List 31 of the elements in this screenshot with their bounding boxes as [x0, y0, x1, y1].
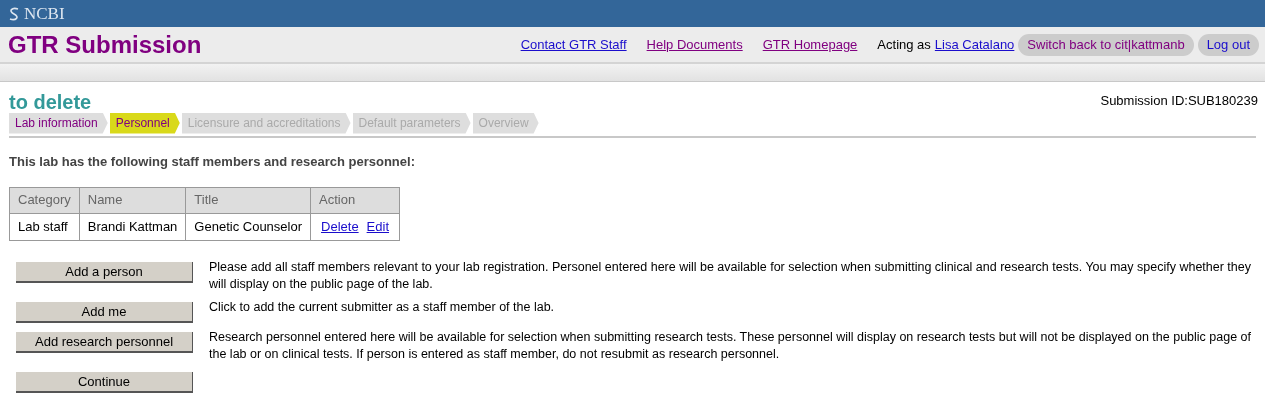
- user-link[interactable]: Lisa Catalano: [934, 34, 1015, 55]
- column-header: Action: [310, 187, 400, 213]
- action-description: Click to add the current submitter as a staff member of the lab.: [209, 298, 556, 316]
- step-tab[interactable]: Personnel: [109, 112, 180, 134]
- header-link[interactable]: Help Documents: [646, 34, 743, 55]
- header-button[interactable]: Log out: [1197, 33, 1259, 56]
- action-link[interactable]: Delete: [321, 216, 359, 237]
- action-button[interactable]: Add a person: [16, 261, 193, 283]
- action-button[interactable]: Continue: [16, 371, 193, 393]
- intro-text: This lab has the following staff members and research personnel:: [9, 153, 416, 171]
- step-tab[interactable]: Lab information: [9, 112, 108, 134]
- acting-as-label: Acting as: [877, 35, 931, 54]
- table-cell: Genetic Counselor: [185, 213, 311, 240]
- submission-id: Submission ID:SUB180239: [1100, 92, 1258, 110]
- action-button[interactable]: Add me: [16, 301, 193, 323]
- action-button[interactable]: Add research personnel: [16, 331, 193, 353]
- table-cell: Brandi Kattman: [79, 213, 186, 240]
- column-header: Title: [185, 187, 311, 213]
- helix-icon: [8, 6, 20, 21]
- submission-title: to delete: [9, 90, 92, 114]
- action-description: Please add all staff members relevant to your lab registration. Personel entered here will be available for selection when submitting clinical and research tests. You may specify whether they will display on the public page of the lab.: [209, 258, 1252, 293]
- brand-name: NCBI: [24, 2, 65, 25]
- header-link[interactable]: GTR Homepage: [762, 34, 858, 55]
- header-link[interactable]: Contact GTR Staff: [520, 34, 627, 55]
- header-button[interactable]: Switch back to cit|kattmanb: [1018, 33, 1194, 56]
- column-header: Name: [79, 187, 186, 213]
- table-cell: Lab staff: [9, 213, 80, 240]
- column-header: Category: [9, 187, 80, 213]
- action-link[interactable]: Edit: [366, 216, 389, 237]
- action-description: Research personnel entered here will be available for selection when submitting research tests. These personnel will display on research tests but will not be displayed on the public page of the lab or on clinical tests. If person is entered as staff member, do not resubmit as research personnel.: [209, 328, 1253, 363]
- app-title: GTR Submission: [8, 29, 203, 60]
